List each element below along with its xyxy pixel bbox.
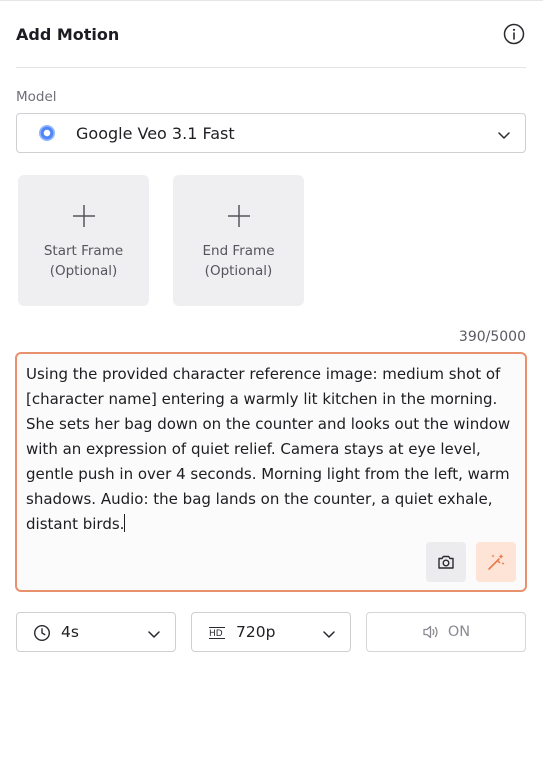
audio-label: ON — [447, 624, 471, 640]
character-counter: 390/5000 — [458, 329, 526, 345]
clock-icon — [33, 624, 51, 646]
start-frame-title: Start Frame — [43, 243, 124, 259]
model-select[interactable]: Google Veo 3.1 Fast — [16, 113, 526, 153]
veo-model-icon — [39, 125, 55, 141]
end-frame-optional: (Optional) — [204, 263, 273, 279]
start-frame-optional: (Optional) — [49, 263, 118, 279]
end-frame-upload[interactable]: End Frame (Optional) — [173, 175, 304, 306]
chevron-down-icon — [322, 626, 336, 645]
panel-title: Add Motion — [16, 24, 120, 44]
start-frame-label: Start Frame (Optional) — [44, 241, 123, 281]
header-divider — [16, 67, 526, 68]
plus-icon — [226, 203, 252, 233]
camera-icon — [438, 555, 454, 569]
enhance-prompt-button[interactable] — [476, 542, 516, 582]
resolution-select[interactable]: HD 720p — [191, 612, 351, 652]
camera-button[interactable] — [426, 542, 466, 582]
hd-icon: HD — [208, 624, 226, 646]
plus-icon — [71, 203, 97, 233]
speaker-icon — [423, 625, 438, 639]
end-frame-title: End Frame — [202, 243, 275, 259]
end-frame-label: End Frame (Optional) — [202, 241, 274, 281]
prompt-textarea[interactable]: Using the provided character reference i… — [15, 352, 527, 592]
panel-header: Add Motion — [16, 19, 526, 49]
magic-wand-icon — [488, 554, 505, 570]
chevron-down-icon — [147, 626, 161, 645]
add-motion-panel: Add Motion Model Google Veo 3.1 Fast Sta… — [0, 0, 543, 769]
info-icon[interactable] — [502, 22, 526, 46]
duration-select[interactable]: 4s — [16, 612, 176, 652]
start-frame-upload[interactable]: Start Frame (Optional) — [18, 175, 149, 306]
svg-text:HD: HD — [209, 629, 223, 639]
duration-value: 4s — [61, 623, 79, 641]
chevron-down-icon — [497, 127, 511, 146]
prompt-text[interactable]: Using the provided character reference i… — [26, 362, 516, 537]
model-selected-value: Google Veo 3.1 Fast — [76, 123, 235, 143]
model-label: Model — [16, 89, 57, 105]
resolution-value: 720p — [236, 623, 276, 641]
audio-toggle[interactable]: ON — [366, 612, 526, 652]
prompt-value: Using the provided character reference i… — [26, 365, 515, 533]
text-caret — [124, 514, 126, 532]
